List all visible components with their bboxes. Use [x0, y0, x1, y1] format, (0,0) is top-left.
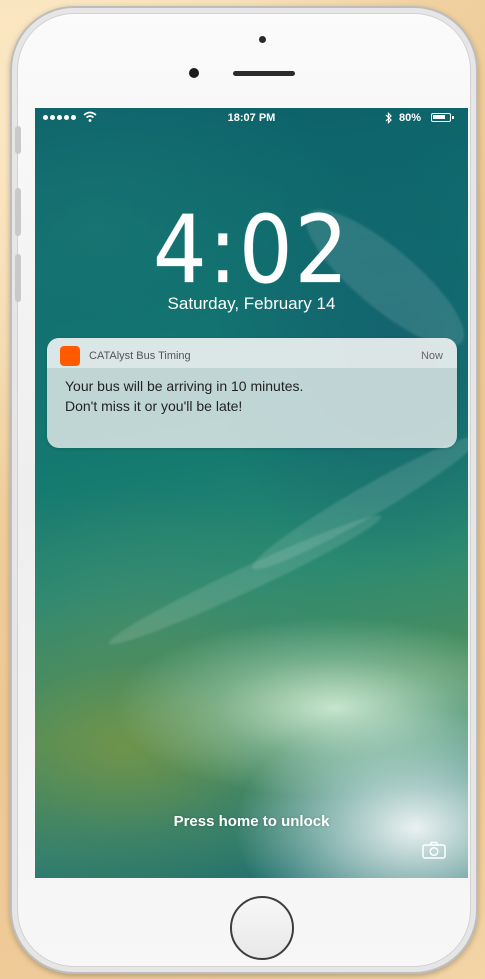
lock-screen[interactable]: 18:07 PM 80% 4:02 Saturday, February 14 … [35, 108, 468, 878]
proximity-sensor [259, 36, 266, 43]
earpiece-speaker [233, 71, 295, 76]
volume-down-button [15, 254, 21, 302]
bluetooth-icon [385, 112, 392, 124]
battery-percent: 80% [399, 112, 422, 124]
status-bar: 18:07 PM 80% [35, 108, 468, 130]
notification-card[interactable]: CATAlyst Bus Timing Now Your bus will be… [47, 338, 457, 448]
camera-icon[interactable] [422, 841, 446, 859]
app-icon [60, 346, 80, 366]
notification-body: Your bus will be arriving in 10 minutes.… [65, 376, 445, 416]
mute-switch [15, 126, 21, 154]
wallpaper-wave [103, 505, 387, 655]
volume-up-button [15, 188, 21, 236]
notification-line: Don't miss it or you'll be late! [65, 398, 243, 414]
lock-clock: 4:02 [152, 196, 351, 305]
front-camera [189, 68, 199, 78]
battery-fill [433, 115, 445, 119]
battery-icon [431, 113, 454, 122]
notification-app-name: CATAlyst Bus Timing [89, 350, 191, 362]
home-button[interactable] [230, 896, 294, 960]
lock-date: Saturday, February 14 [167, 294, 336, 313]
unlock-hint: Press home to unlock [173, 813, 330, 830]
notification-line: Your bus will be arriving in 10 minutes. [65, 378, 304, 394]
notification-time: Now [420, 350, 443, 362]
